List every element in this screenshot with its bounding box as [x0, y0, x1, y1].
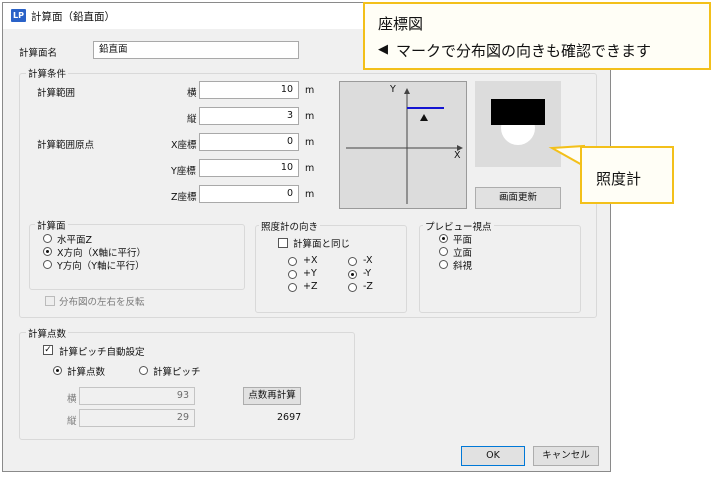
- view-plan-radio[interactable]: [439, 234, 448, 243]
- cancel-button[interactable]: キャンセル: [533, 446, 599, 466]
- view-elevation-label: 立面: [453, 248, 473, 259]
- x-coord-unit: m: [305, 137, 315, 148]
- dir-minus-y-radio[interactable]: [348, 270, 357, 279]
- meter-direction-title: 照度計の向き: [259, 219, 321, 233]
- view-elevation-radio[interactable]: [439, 247, 448, 256]
- ok-button[interactable]: OK: [461, 446, 525, 466]
- z-coord-unit: m: [305, 189, 315, 200]
- app-logo-icon: LP: [11, 9, 26, 22]
- plane-option-z-label: 水平面Z: [57, 235, 93, 246]
- width-unit: m: [305, 85, 315, 96]
- coordinate-axes: [346, 88, 463, 204]
- dialog-title: 計算面（鉛直面）: [31, 11, 115, 23]
- plane-option-y-label: Y方向（Y軸に平行）: [57, 261, 145, 272]
- width-input[interactable]: 10: [199, 81, 299, 99]
- height-unit: m: [305, 111, 315, 122]
- refresh-button[interactable]: 画面更新: [475, 187, 561, 209]
- plane-name-input[interactable]: 鉛直面: [93, 41, 299, 59]
- height-input[interactable]: 3: [199, 107, 299, 125]
- range-origin-label: 計算範囲原点: [37, 140, 95, 151]
- plane-option-x-radio[interactable]: [43, 247, 52, 256]
- auto-pitch-checkbox[interactable]: ✓: [43, 345, 53, 355]
- dir-minus-z-radio[interactable]: [348, 283, 357, 292]
- same-as-plane-checkbox[interactable]: [278, 238, 288, 248]
- coordinate-diagram: Y X: [339, 81, 467, 209]
- plane-group-title: 計算面: [35, 218, 68, 232]
- dir-minus-y-label: -Y: [363, 268, 372, 279]
- flip-checkbox-label: 分布図の左右を反転: [59, 297, 145, 308]
- z-coord-input[interactable]: 0: [199, 185, 299, 203]
- meter-callout-label: 照度計: [596, 170, 642, 188]
- points-width-label: 横: [67, 394, 77, 405]
- x-coord-label: X座標: [171, 140, 197, 151]
- count-radio-label: 計算点数: [67, 367, 106, 378]
- coord-callout-pointer-icon: ◀: [378, 42, 388, 57]
- x-coord-input[interactable]: 0: [199, 133, 299, 151]
- dir-plus-y-radio[interactable]: [288, 270, 297, 279]
- total-points-value: 2697: [277, 412, 302, 423]
- dir-plus-z-radio[interactable]: [288, 283, 297, 292]
- coord-callout-title: 座標図: [378, 15, 424, 33]
- z-coord-label: Z座標: [171, 192, 197, 203]
- view-plan-label: 平面: [453, 235, 473, 246]
- y-coord-unit: m: [305, 163, 315, 174]
- recalc-points-button[interactable]: 点数再計算: [243, 387, 301, 405]
- calc-range-label: 計算範囲: [37, 88, 76, 99]
- height-label: 縦: [187, 114, 197, 125]
- same-as-plane-label: 計算面と同じ: [293, 239, 351, 250]
- dir-plus-x-radio[interactable]: [288, 257, 297, 266]
- auto-pitch-label: 計算ピッチ自動設定: [59, 347, 145, 358]
- view-perspective-radio[interactable]: [439, 260, 448, 269]
- plane-name-label: 計算面名: [19, 48, 58, 59]
- x-axis-label: X: [454, 150, 461, 161]
- pitch-radio[interactable]: [139, 366, 148, 375]
- points-height-input[interactable]: 29: [79, 409, 195, 427]
- y-coord-input[interactable]: 10: [199, 159, 299, 177]
- coord-diagram-callout: 座標図 ◀ マークで分布図の向きも確認できます: [363, 2, 711, 70]
- view-perspective-label: 斜視: [453, 261, 473, 272]
- dir-plus-x-label: +X: [303, 255, 318, 266]
- dir-minus-x-radio[interactable]: [348, 257, 357, 266]
- plane-option-x-label: X方向（X軸に平行）: [57, 248, 147, 259]
- meter-callout: 照度計: [580, 146, 674, 204]
- plane-option-y-radio[interactable]: [43, 260, 52, 269]
- flip-checkbox[interactable]: [45, 296, 55, 306]
- preview-view-title: プレビュー視点: [423, 219, 494, 233]
- dir-plus-y-label: +Y: [303, 268, 317, 279]
- calc-plane-dialog: LP 計算面（鉛直面） 計算面名 鉛直面 計算条件 計算範囲 横 10 m 縦 …: [2, 2, 611, 472]
- count-radio[interactable]: [53, 366, 62, 375]
- points-height-label: 縦: [67, 416, 77, 427]
- dir-minus-z-label: -Z: [363, 281, 373, 292]
- y-coord-label: Y座標: [171, 166, 196, 177]
- width-label: 横: [187, 88, 197, 99]
- dir-minus-x-label: -X: [363, 255, 373, 266]
- dir-plus-z-label: +Z: [303, 281, 318, 292]
- plane-option-z-radio[interactable]: [43, 234, 52, 243]
- coord-callout-text: マークで分布図の向きも確認できます: [396, 42, 652, 60]
- points-width-input[interactable]: 93: [79, 387, 195, 405]
- y-axis-label: Y: [390, 84, 396, 95]
- points-group-title: 計算点数: [26, 326, 69, 340]
- calc-conditions-title: 計算条件: [26, 66, 69, 80]
- direction-marker: [420, 114, 428, 121]
- meter-body-icon: [491, 99, 545, 125]
- pitch-radio-label: 計算ピッチ: [153, 367, 201, 378]
